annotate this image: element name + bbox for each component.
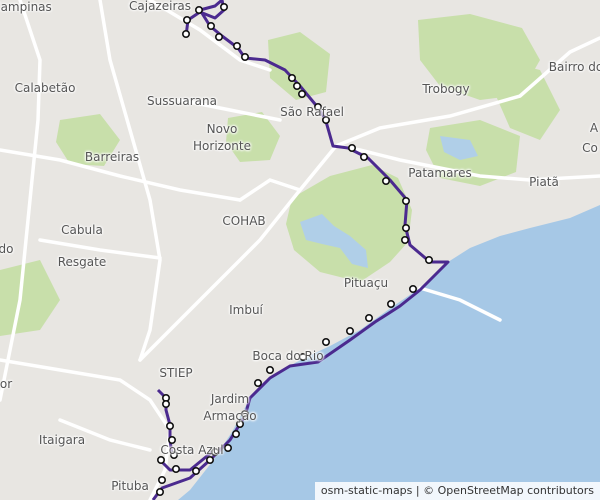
- bus-stop-marker[interactable]: [157, 455, 166, 464]
- bus-stop-marker[interactable]: [292, 82, 301, 91]
- place-label: STIEP: [159, 366, 193, 380]
- place-label: A: [589, 121, 599, 135]
- place-label: Costa Azul: [160, 443, 224, 457]
- place-label: Itaigara: [38, 433, 86, 447]
- place-label: Co: [582, 141, 598, 155]
- bus-stop-marker[interactable]: [195, 6, 204, 15]
- place-label: Barreiras: [84, 150, 140, 164]
- bus-stop-marker[interactable]: [400, 236, 409, 245]
- place-label: Trobogy: [422, 82, 470, 96]
- bus-stop-marker[interactable]: [183, 15, 192, 24]
- bus-stop-marker[interactable]: [206, 455, 215, 464]
- place-label: Resgate: [57, 255, 107, 269]
- basemap: [0, 0, 600, 500]
- bus-stop-marker[interactable]: [287, 74, 296, 83]
- bus-stop-marker[interactable]: [401, 224, 410, 233]
- place-label: Jardim: [210, 392, 250, 406]
- bus-stop-marker[interactable]: [192, 466, 201, 475]
- bus-stop-marker[interactable]: [424, 255, 433, 264]
- place-label: Novo: [206, 122, 238, 136]
- bus-stop-marker[interactable]: [207, 21, 216, 30]
- bus-stop-marker[interactable]: [408, 284, 417, 293]
- bus-stop-marker[interactable]: [232, 429, 241, 438]
- bus-stop-marker[interactable]: [158, 475, 167, 484]
- bus-stop-marker[interactable]: [166, 421, 175, 430]
- bus-stop-marker[interactable]: [386, 299, 395, 308]
- place-label: Pituaçu: [343, 276, 389, 290]
- bus-stop-marker[interactable]: [359, 153, 368, 162]
- bus-stop-marker[interactable]: [345, 326, 354, 335]
- road: [238, 178, 302, 202]
- bus-stop-marker[interactable]: [172, 464, 181, 473]
- bus-stop-marker[interactable]: [347, 144, 356, 153]
- place-label: Cabula: [61, 223, 103, 237]
- map-canvas[interactable]: Campinas Cajazeiras Calabetão Sussuarana Nov…: [0, 0, 600, 500]
- bus-stop-marker[interactable]: [224, 443, 233, 452]
- place-label: Bairro do: [548, 60, 600, 74]
- bus-stop-marker[interactable]: [381, 177, 390, 186]
- bus-stop-marker[interactable]: [215, 32, 224, 41]
- place-label: Pituba: [111, 479, 149, 493]
- bus-stop-marker[interactable]: [297, 90, 306, 99]
- place-label: Campinas: [0, 0, 52, 14]
- place-label: do: [0, 242, 14, 256]
- bus-stop-marker[interactable]: [156, 487, 165, 496]
- bus-stop-marker[interactable]: [321, 337, 330, 346]
- bus-stop-marker[interactable]: [182, 29, 191, 38]
- place-label: Imbuí: [229, 303, 263, 317]
- place-label: Armação: [203, 409, 257, 423]
- place-label: or: [0, 377, 13, 391]
- bus-stop-marker[interactable]: [162, 399, 171, 408]
- bus-stop-marker[interactable]: [254, 378, 263, 387]
- road: [0, 0, 42, 402]
- bus-stop-marker[interactable]: [364, 313, 373, 322]
- place-label: COHAB: [222, 214, 266, 228]
- place-label: Boca do Rio: [252, 349, 324, 363]
- place-label: Sussuarana: [147, 94, 217, 108]
- place-label: Cajazeiras: [129, 0, 191, 13]
- park-area: [0, 260, 60, 336]
- place-label: Patamares: [408, 166, 472, 180]
- place-label: São Rafael: [280, 105, 344, 119]
- bus-stop-marker[interactable]: [220, 2, 229, 12]
- place-label: Horizonte: [193, 139, 251, 153]
- bus-stop-marker[interactable]: [265, 365, 274, 374]
- bus-stop-marker[interactable]: [233, 41, 242, 50]
- bus-stop-marker[interactable]: [241, 52, 250, 61]
- place-label: Piatã: [529, 175, 559, 189]
- map-attribution[interactable]: osm-static-maps | © OpenStreetMap contri…: [314, 482, 600, 500]
- bus-stop-marker[interactable]: [401, 197, 410, 206]
- place-label: Calabetão: [14, 81, 76, 95]
